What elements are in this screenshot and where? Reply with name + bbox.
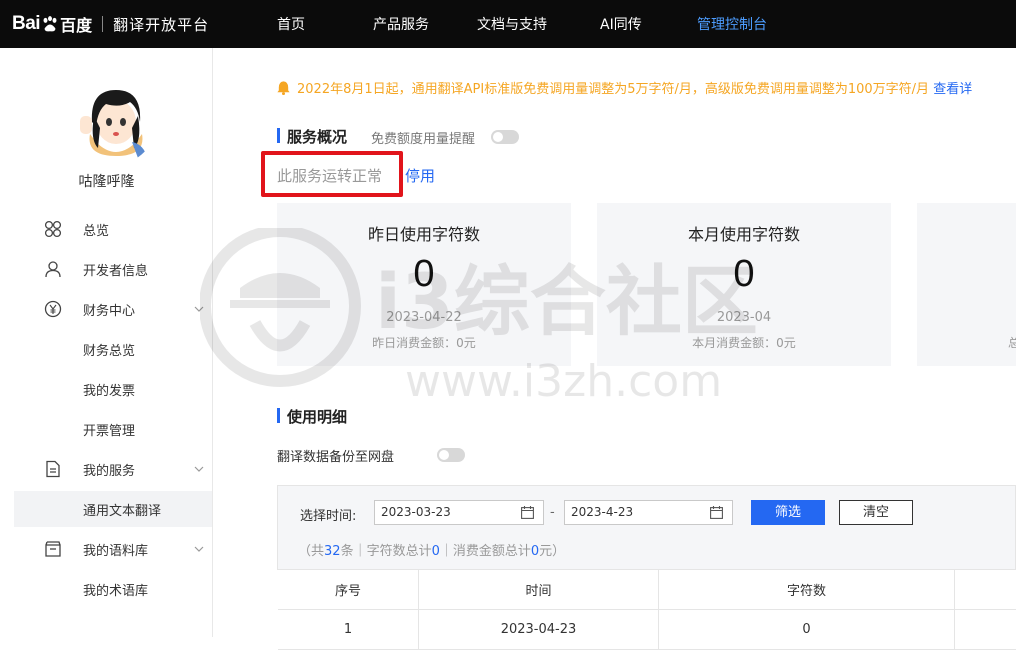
stop-service-link[interactable]: 停用 (405, 165, 435, 186)
sidebar-item-label: 总览 (83, 223, 110, 239)
sidebar: 咕隆呼隆 总览 开发者信息 财务中心 财务总览 我的发票 开票管理 我的服务 通… (0, 48, 213, 637)
sidebar-item-label: 我的服务 (83, 463, 136, 479)
notice-text: 2022年8月1日起，通用翻译API标准版免费调用量调整为5万字符/月，高级版免… (297, 82, 930, 97)
nav-ai-interpretation[interactable]: AI同传 (600, 14, 642, 34)
sidebar-item-label: 我的发票 (83, 383, 136, 399)
chevron-down-icon (194, 306, 204, 312)
table-header-row: 序号 时间 字符数 (278, 569, 1016, 610)
summary-prefix: （共 (298, 544, 325, 559)
document-icon (46, 460, 60, 478)
chevron-down-icon (194, 546, 204, 552)
date-range-separator: - (550, 505, 555, 520)
sidebar-item-my-corpus[interactable]: 我的语料库 (14, 531, 212, 567)
user-icon (45, 261, 61, 278)
sidebar-item-invoice-management[interactable]: 开票管理 (14, 411, 212, 447)
card-amount: 昨日消费金额：0元 (372, 336, 476, 350)
sidebar-item-label: 财务总览 (83, 343, 136, 359)
header-cell-index: 序号 (278, 570, 419, 609)
nav-console[interactable]: 管理控制台 (697, 14, 767, 34)
filter-button[interactable]: 筛选 (751, 500, 825, 525)
anime-avatar-icon (76, 82, 156, 164)
sidebar-item-overview[interactable]: 总览 (14, 211, 212, 247)
avatar[interactable] (76, 82, 156, 164)
username: 咕隆呼隆 (78, 174, 135, 190)
main-nav: 首页 产品服务 文档与支持 AI同传 管理控制台 (0, 0, 1016, 48)
bell-icon (277, 81, 290, 95)
card-value: 0 (733, 253, 755, 295)
end-date-input[interactable]: 2023-4-23 (564, 500, 733, 525)
card-amount-fragment: 总 (1007, 336, 1016, 350)
nav-home[interactable]: 首页 (277, 14, 305, 34)
sidebar-item-label: 开发者信息 (83, 263, 149, 279)
usage-details-section-title: 使用明细 (277, 406, 347, 427)
overview-section-title: 服务概况 (277, 126, 347, 147)
top-navigation-bar: Bai 百度 翻译开放平台 首页 产品服务 文档与支持 AI同传 管理控制台 (0, 0, 1016, 48)
clear-button[interactable]: 清空 (839, 500, 913, 525)
yen-icon (44, 300, 62, 318)
sidebar-item-finance-center[interactable]: 财务中心 (14, 291, 212, 327)
grid-icon (44, 220, 62, 238)
sidebar-item-general-text-translation[interactable]: 通用文本翻译 (14, 491, 212, 527)
start-date-input[interactable]: 2023-03-23 (374, 500, 544, 525)
month-usage-card: 本月使用字符数 0 2023-04 本月消费金额：0元 (597, 203, 891, 366)
sidebar-item-label: 我的语料库 (83, 543, 149, 559)
summary-chars: 0 (431, 544, 440, 559)
table-row: 1 2023-04-23 0 (278, 609, 1016, 650)
sidebar-item-label: 开票管理 (83, 423, 136, 439)
summary-count: 32 (324, 544, 341, 559)
header-cell-time: 时间 (419, 570, 659, 609)
cell-time: 2023-04-23 (419, 609, 659, 649)
summary-amount-label: ｜消费金额总计 (439, 544, 531, 559)
cell-index: 1 (278, 609, 419, 649)
sidebar-item-my-invoices[interactable]: 我的发票 (14, 371, 212, 407)
backup-to-netdisk-toggle[interactable] (437, 448, 465, 462)
sidebar-item-developer-info[interactable]: 开发者信息 (14, 251, 212, 287)
free-quota-reminder-label: 免费额度用量提醒 (371, 132, 476, 147)
header-cell-chars: 字符数 (659, 570, 955, 609)
sidebar-item-label: 通用文本翻译 (83, 503, 162, 519)
card-title: 昨日使用字符数 (367, 225, 480, 244)
calendar-icon[interactable] (521, 506, 534, 519)
card-title: 本月使用字符数 (687, 225, 800, 244)
usage-summary: （共32条｜字符数总计0｜消费金额总计0元） (298, 540, 565, 559)
free-quota-reminder-toggle[interactable] (491, 130, 519, 144)
service-status-text: 此服务运转正常 (277, 167, 383, 185)
third-usage-card: 总 (917, 203, 1016, 366)
notice-detail-link[interactable]: 查看详 (933, 82, 972, 97)
end-date-value: 2023-4-23 (571, 505, 634, 519)
archive-icon (45, 541, 61, 557)
sidebar-item-finance-overview[interactable]: 财务总览 (14, 331, 212, 367)
sidebar-item-my-glossary[interactable]: 我的术语库 (14, 571, 212, 607)
yesterday-usage-card: 昨日使用字符数 0 2023-04-22 昨日消费金额：0元 (277, 203, 571, 366)
sidebar-item-my-services[interactable]: 我的服务 (14, 451, 212, 487)
backup-to-netdisk-label: 翻译数据备份至网盘 (277, 450, 395, 465)
card-amount: 本月消费金额：0元 (692, 336, 796, 350)
cell-chars: 0 (659, 609, 955, 649)
summary-chars-label: 条｜字符数总计 (340, 544, 432, 559)
calendar-icon[interactable] (710, 506, 723, 519)
select-time-label: 选择时间: (300, 509, 357, 524)
start-date-value: 2023-03-23 (381, 505, 451, 519)
sidebar-item-label: 我的术语库 (83, 583, 149, 599)
card-date: 2023-04-22 (386, 310, 462, 325)
summary-amount: 0 (530, 544, 540, 559)
summary-suffix: 元） (539, 544, 566, 559)
notice-banner: 2022年8月1日起，通用翻译API标准版免费调用量调整为5万字符/月，高级版免… (276, 78, 972, 97)
card-value: 0 (413, 253, 435, 295)
nav-docs[interactable]: 文档与支持 (477, 14, 547, 34)
sidebar-item-label: 财务中心 (83, 303, 136, 319)
chevron-down-icon (194, 466, 204, 472)
nav-products[interactable]: 产品服务 (373, 14, 429, 34)
card-date: 2023-04 (716, 310, 772, 325)
